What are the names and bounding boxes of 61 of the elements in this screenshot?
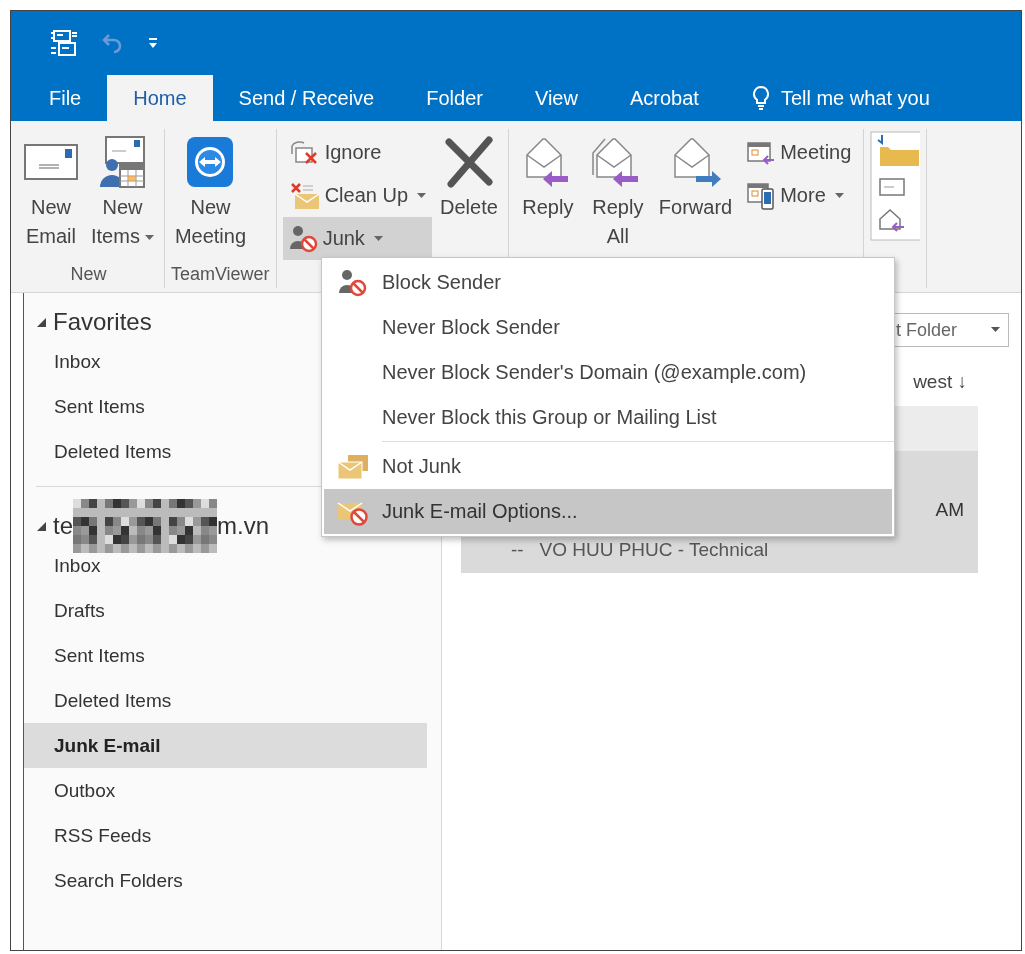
message-time: AM (935, 499, 964, 521)
section-title[interactable]: m.vn (217, 512, 270, 540)
search-scope-dropdown[interactable]: t Folder (892, 313, 1009, 347)
ribbon-tab[interactable]: Acrobat (603, 75, 725, 121)
person-block-icon (338, 268, 368, 297)
ribbon-button[interactable]: Junk (282, 217, 432, 260)
menu-item[interactable]: Junk E-mail Options... (324, 489, 892, 534)
folder-item[interactable]: Drafts (54, 599, 105, 622)
folder-item[interactable]: Search Folders (54, 869, 183, 892)
ribbon-tab[interactable]: View (508, 75, 604, 121)
collapse-triangle-icon[interactable] (36, 520, 47, 532)
ribbon-tab[interactable]: File (23, 75, 108, 121)
folder-item[interactable]: Deleted Items (54, 689, 172, 712)
calendar-phone-icon (746, 180, 777, 211)
envelope-stack-icon (336, 452, 370, 481)
ribbon-button[interactable]: New Meeting (170, 129, 251, 253)
ribbon-tab[interactable]: Folder (400, 75, 509, 121)
folder-item[interactable]: Deleted Items (54, 440, 172, 463)
ribbon-button[interactable]: Meeting (740, 131, 858, 174)
menu-item[interactable]: Never Block Sender (324, 305, 892, 350)
message-preview-row[interactable]: -- VO HUU PHUC - Technical (461, 537, 978, 573)
ribbon-button[interactable]: More (740, 174, 858, 217)
folder-item[interactable]: Inbox (54, 350, 101, 373)
customize-icon[interactable] (147, 36, 159, 50)
folder-item[interactable]: RSS Feeds (54, 824, 152, 847)
menu-item[interactable]: Never Block this Group or Mailing List (324, 395, 892, 440)
envelope-icon (23, 141, 79, 183)
section-title[interactable]: Favorites (53, 308, 152, 336)
ribbon-button[interactable]: Clean Up (282, 174, 432, 217)
send-receive-icon[interactable] (51, 28, 79, 58)
menu-item[interactable]: Never Block Sender's Domain (@example.com) (324, 350, 892, 395)
ribbon-button[interactable]: New Items (87, 129, 158, 253)
tell-me-field[interactable]: Tell me what you (780, 86, 930, 110)
ribbon-button[interactable]: New Email (19, 129, 83, 253)
message-row[interactable]: AM (894, 451, 978, 537)
collapse-triangle-icon[interactable] (36, 316, 47, 328)
folder-item[interactable]: Sent Items (54, 395, 145, 418)
folder-item[interactable]: Sent Items (54, 644, 145, 667)
calendar-arrow-icon (746, 139, 777, 166)
ribbon-button[interactable]: Delete (436, 129, 502, 253)
ribbon-tab[interactable]: Send / Receive (212, 75, 401, 121)
ribbon-button[interactable]: Reply All (584, 129, 651, 253)
lightbulb-icon (750, 85, 771, 111)
group-label: New (70, 264, 107, 284)
ribbon-tab[interactable]: Home (107, 75, 213, 121)
menu-item[interactable]: Block Sender (324, 260, 892, 305)
ribbon-button[interactable]: Forward (654, 129, 737, 253)
folder-item[interactable]: Inbox (54, 554, 101, 577)
message-preview: -- VO HUU PHUC - Technical (511, 539, 769, 560)
folder-item[interactable]: Junk E-mail (24, 723, 427, 768)
group-label: TeamViewer (170, 264, 270, 284)
section-title[interactable]: te (53, 512, 73, 540)
ribbon-button[interactable]: Reply (514, 129, 581, 253)
sort-label[interactable]: west ↓ (913, 371, 967, 397)
quick-steps-gallery-icon[interactable] (870, 131, 921, 241)
envelope-x-icon (288, 181, 321, 210)
person-block-icon (288, 224, 319, 253)
caret-icon (991, 327, 1000, 333)
folder-item[interactable]: Outbox (54, 779, 116, 802)
menu-item[interactable]: Not Junk (324, 444, 892, 489)
ribbon-button[interactable]: Ignore (282, 131, 432, 174)
